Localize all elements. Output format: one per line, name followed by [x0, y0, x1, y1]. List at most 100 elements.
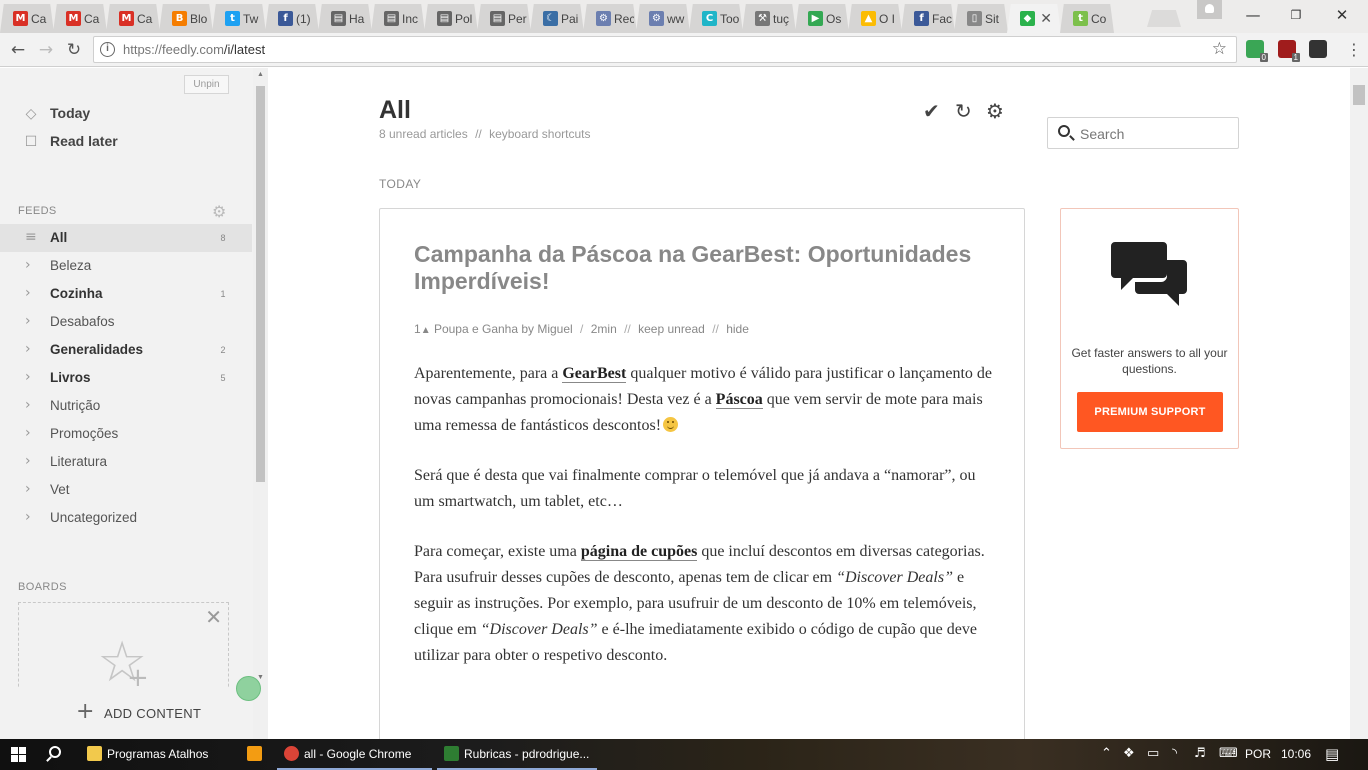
- tool-icon: ⚒: [755, 11, 770, 26]
- feed-item-cozinha[interactable]: › Cozinha 1: [0, 280, 252, 308]
- browser-tab[interactable]: ☾ Pai: [530, 4, 584, 33]
- unpin-button[interactable]: Unpin: [184, 75, 229, 94]
- scroll-up-arrow-icon[interactable]: ▲: [257, 71, 264, 78]
- browser-tab[interactable]: M Ca: [53, 4, 107, 33]
- bookmark-star-icon[interactable]: ☆: [1212, 39, 1227, 59]
- refresh-icon[interactable]: ↻: [955, 100, 972, 122]
- new-tab-button[interactable]: [1147, 10, 1181, 27]
- restore-button[interactable]: ❐: [1273, 2, 1319, 28]
- hide-link[interactable]: hide: [726, 322, 749, 336]
- feed-item-literatura[interactable]: › Literatura: [0, 448, 252, 476]
- feed-item-livros[interactable]: › Livros 5: [0, 364, 252, 392]
- tab-title: Ca: [31, 12, 47, 26]
- taskbar-app[interactable]: [240, 739, 270, 770]
- feed-item-all[interactable]: ≡ All 8: [0, 224, 252, 252]
- taskbar-app[interactable]: Rubricas - pdrodrigue...: [437, 739, 597, 770]
- chevron-right-icon[interactable]: ›: [25, 314, 39, 328]
- battery-icon[interactable]: ▭: [1147, 746, 1159, 762]
- browser-tab[interactable]: C Too: [689, 4, 743, 33]
- notifications-icon[interactable]: ▤: [1325, 746, 1339, 762]
- forward-button[interactable]: →: [35, 39, 57, 61]
- green-ext-icon[interactable]: 0: [1246, 40, 1268, 62]
- language-indicator[interactable]: POR: [1245, 747, 1271, 761]
- chevron-right-icon[interactable]: ›: [25, 510, 39, 524]
- feeds-settings-gear-icon[interactable]: ⚙: [212, 202, 226, 221]
- chevron-right-icon[interactable]: ›: [25, 426, 39, 440]
- chevron-right-icon[interactable]: ›: [25, 454, 39, 468]
- feed-item-promoções[interactable]: › Promoções: [0, 420, 252, 448]
- search-box[interactable]: [1047, 117, 1239, 149]
- browser-tab[interactable]: ▲ O I: [848, 4, 902, 33]
- close-icon[interactable]: ✕: [205, 605, 222, 629]
- feed-item-uncategorized[interactable]: › Uncategorized: [0, 504, 252, 532]
- browser-tab[interactable]: ▶ Os: [795, 4, 849, 33]
- reload-button[interactable]: ↻: [63, 39, 85, 61]
- browser-tab[interactable]: ▤ Ha: [318, 4, 372, 33]
- chevron-right-icon[interactable]: ›: [25, 482, 39, 496]
- article-source[interactable]: Poupa e Ganha by Miguel: [434, 322, 573, 336]
- search-input[interactable]: [1080, 124, 1230, 143]
- url-text[interactable]: https://feedly.com/i/latest: [123, 42, 265, 57]
- feed-item-generalidades[interactable]: › Generalidades 2: [0, 336, 252, 364]
- ublock-icon[interactable]: 1: [1278, 40, 1300, 62]
- browser-tab[interactable]: ▤ Pol: [424, 4, 478, 33]
- dropbox-icon[interactable]: ❖: [1123, 746, 1135, 762]
- page-scrollbar[interactable]: [1350, 68, 1368, 739]
- menu-icon[interactable]: ⋮: [1343, 39, 1365, 61]
- taskbar-app[interactable]: all - Google Chrome: [277, 739, 432, 770]
- page-scrollbar-thumb[interactable]: [1353, 85, 1365, 105]
- chevron-right-icon[interactable]: ›: [25, 286, 39, 300]
- status-dot[interactable]: [236, 676, 261, 701]
- minimize-button[interactable]: —: [1230, 2, 1276, 28]
- keyboard-icon[interactable]: ⌨: [1219, 746, 1238, 762]
- browser-tab[interactable]: ▯ Sit: [954, 4, 1008, 33]
- volume-icon[interactable]: ♬: [1194, 746, 1206, 762]
- info-icon[interactable]: i: [100, 42, 115, 57]
- wifi-icon[interactable]: ◝: [1172, 746, 1177, 762]
- gmail-icon: M: [13, 11, 28, 26]
- taskbar-app[interactable]: Programas Atalhos: [80, 739, 230, 770]
- tray-chevron-icon[interactable]: ⌃: [1101, 746, 1112, 762]
- browser-tab[interactable]: M Ca: [106, 4, 160, 33]
- taskbar-search-icon[interactable]: [49, 746, 61, 758]
- cupoes-link[interactable]: página de cupões: [580, 543, 698, 561]
- browser-tab[interactable]: t Tw: [212, 4, 266, 33]
- browser-tab[interactable]: t Co: [1060, 4, 1114, 33]
- feed-item-vet[interactable]: › Vet: [0, 476, 252, 504]
- film-ext-icon[interactable]: [1309, 40, 1327, 58]
- browser-tab[interactable]: B Blo: [159, 4, 213, 33]
- browser-tab[interactable]: ⚙ Rec: [583, 4, 637, 33]
- mark-all-read-check-icon[interactable]: ✔: [923, 100, 940, 122]
- chevron-right-icon[interactable]: ›: [25, 342, 39, 356]
- back-button[interactable]: ←: [7, 39, 29, 61]
- feed-item-desabafos[interactable]: › Desabafos: [0, 308, 252, 336]
- browser-tab[interactable]: ▤ Per: [477, 4, 531, 33]
- tab-close-icon[interactable]: ✕: [1040, 10, 1052, 27]
- browser-tab[interactable]: ▤ Inc: [371, 4, 425, 33]
- browser-tab[interactable]: ⚙ ww: [636, 4, 690, 33]
- settings-gear-icon[interactable]: ⚙: [986, 100, 1004, 122]
- browser-tab[interactable]: f (1): [265, 4, 319, 33]
- sidebar-scrollbar-thumb[interactable]: [256, 86, 265, 482]
- add-content-button[interactable]: + ADD CONTENT: [0, 688, 252, 739]
- browser-tab[interactable]: M Ca: [0, 4, 54, 33]
- chevron-right-icon[interactable]: ›: [25, 370, 39, 384]
- feed-item-nutrição[interactable]: › Nutrição: [0, 392, 252, 420]
- browser-tab[interactable]: ◆ ✕: [1007, 4, 1061, 33]
- pascoa-link[interactable]: Páscoa: [715, 391, 763, 409]
- profile-icon[interactable]: [1197, 0, 1222, 19]
- close-window-button[interactable]: ✕: [1319, 2, 1365, 28]
- gearbest-link[interactable]: GearBest: [562, 365, 627, 383]
- windows-start-icon[interactable]: [11, 747, 27, 763]
- chevron-right-icon[interactable]: ›: [25, 398, 39, 412]
- browser-tab[interactable]: f Fac: [901, 4, 955, 33]
- keyboard-shortcuts-link[interactable]: keyboard shortcuts: [489, 127, 590, 141]
- keep-unread-link[interactable]: keep unread: [638, 322, 705, 336]
- browser-tab[interactable]: ⚒ tuç: [742, 4, 796, 33]
- address-bar[interactable]: i https://feedly.com/i/latest ☆: [93, 36, 1237, 63]
- premium-support-button[interactable]: PREMIUM SUPPORT: [1077, 392, 1223, 432]
- chevron-right-icon[interactable]: ›: [25, 258, 39, 272]
- article-title[interactable]: Campanha da Páscoa na GearBest: Oportuni…: [414, 241, 994, 295]
- clock[interactable]: 10:06: [1281, 747, 1311, 761]
- feed-item-beleza[interactable]: › Beleza: [0, 252, 252, 280]
